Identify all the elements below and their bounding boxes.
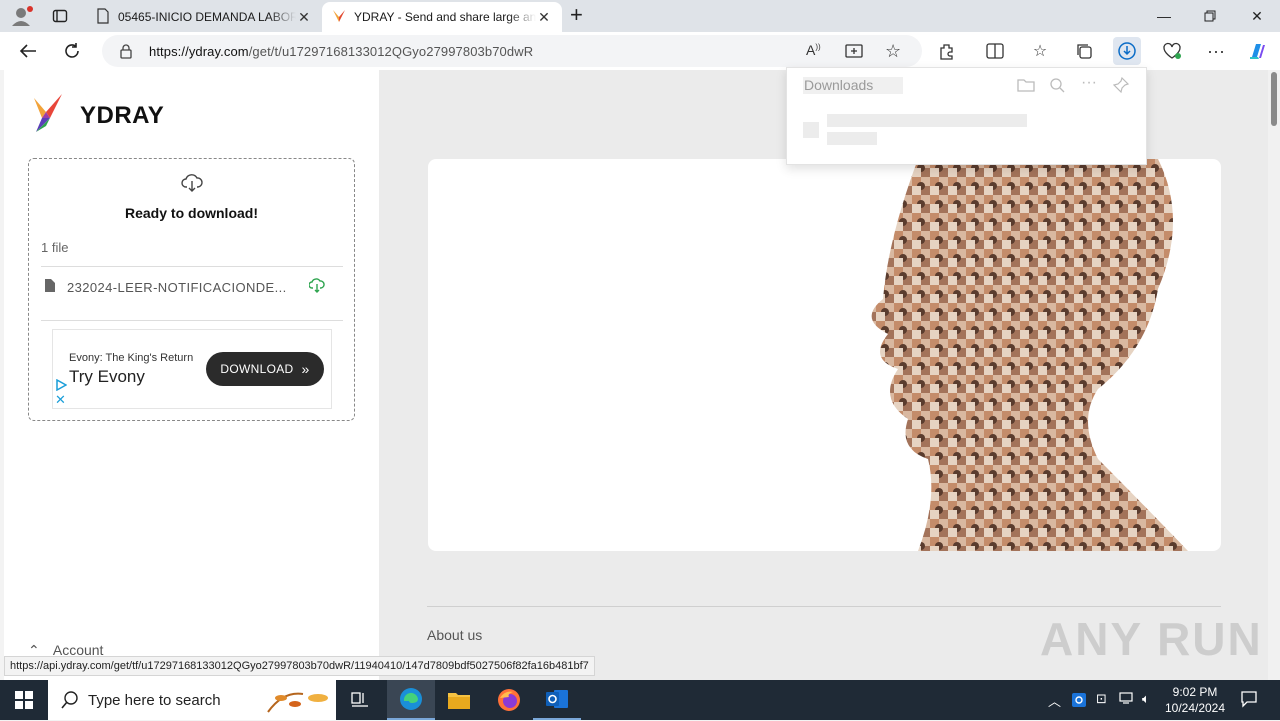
browser-essentials-icon[interactable] — [1158, 37, 1186, 65]
document-icon — [96, 7, 110, 27]
file-count: 1 file — [41, 240, 69, 255]
more-menu-icon[interactable]: ··· — [1202, 37, 1230, 65]
tab-actions-icon[interactable] — [52, 8, 68, 24]
ad-headline[interactable]: Try Evony — [69, 367, 145, 387]
restore-button[interactable] — [1187, 0, 1233, 32]
ready-heading: Ready to download! — [125, 205, 258, 221]
faces-collage-image — [858, 159, 1188, 551]
network-icon[interactable] — [1119, 691, 1135, 708]
divider — [41, 266, 343, 267]
close-tab-icon[interactable]: ✕ — [536, 9, 552, 26]
ad-close-icon[interactable]: ✕ — [55, 392, 66, 408]
brand-name: YDRAY — [80, 102, 165, 129]
search-downloads-icon[interactable] — [1049, 77, 1065, 98]
favorite-star-icon[interactable]: ☆ — [885, 41, 901, 62]
lock-icon[interactable] — [119, 43, 133, 64]
new-tab-button[interactable]: + — [570, 4, 590, 26]
hero-image-card — [428, 159, 1221, 551]
file-name-link[interactable]: 232024-LEER-NOTIFICACIONDE... — [67, 280, 287, 295]
read-aloud-icon[interactable]: A)) — [806, 42, 821, 58]
clock-date: 10/24/2024 — [1164, 701, 1226, 715]
tab-title: 05465-INICIO DEMANDA LABORAL — [118, 10, 296, 24]
double-chevron-icon: » — [301, 361, 310, 377]
cloud-download-icon — [181, 173, 203, 198]
page-scrollbar[interactable] — [1268, 70, 1280, 680]
device-tray-icon[interactable]: ⊡ — [1096, 691, 1107, 707]
show-hidden-icons-icon[interactable]: ︿ — [1048, 691, 1061, 710]
file-download-icon[interactable] — [308, 278, 325, 299]
search-icon — [61, 691, 79, 714]
firefox-icon[interactable] — [485, 680, 533, 720]
loading-placeholder — [803, 122, 819, 138]
anyrun-watermark: ANY RUN — [1040, 613, 1263, 665]
tab-strip: 05465-INICIO DEMANDA LABORAL ✕ YDRAY - S… — [0, 0, 1280, 32]
app-available-icon[interactable] — [845, 43, 863, 64]
link-status-bar: https://api.ydray.com/get/tf/u1729716813… — [4, 656, 595, 676]
tab-ydray[interactable]: YDRAY - Send and share large and ✕ — [322, 2, 562, 32]
address-bar[interactable]: https://ydray.com/get/t/u17297168133012Q… — [102, 35, 922, 67]
ydray-favicon-icon — [332, 9, 346, 26]
copilot-icon[interactable] — [1244, 37, 1272, 65]
autumn-leaves-icon — [263, 686, 333, 721]
more-options-icon[interactable]: ··· — [1081, 74, 1097, 92]
search-placeholder: Type here to search — [88, 692, 221, 709]
file-explorer-icon[interactable] — [435, 680, 483, 720]
divider — [41, 320, 343, 321]
collections-icon[interactable] — [1070, 37, 1098, 65]
taskbar-search-box[interactable]: Type here to search — [48, 680, 336, 720]
volume-icon[interactable]: 🔈︎ — [1142, 691, 1150, 707]
back-arrow-icon[interactable] — [14, 37, 42, 65]
favorites-icon[interactable]: ☆ — [1026, 37, 1054, 65]
footer-divider — [427, 606, 1221, 607]
downloads-icon[interactable] — [1113, 37, 1141, 65]
clock-time: 9:02 PM — [1172, 685, 1218, 699]
downloads-flyout: Downloads ··· — [786, 67, 1147, 165]
ad-download-button[interactable]: DOWNLOAD » — [206, 352, 324, 386]
browser-toolbar: https://ydray.com/get/t/u17297168133012Q… — [0, 32, 1280, 70]
tab-title: YDRAY - Send and share large and — [354, 10, 536, 24]
loading-placeholder — [827, 114, 1027, 127]
ad-button-label: DOWNLOAD — [220, 362, 294, 376]
close-tab-icon[interactable]: ✕ — [296, 9, 312, 26]
loading-placeholder — [827, 132, 877, 145]
scrollbar-thumb[interactable] — [1271, 72, 1277, 126]
windows-taskbar: Type here to search ︿ ⊡ 🔈︎ 9:02 PM 10/24… — [0, 680, 1280, 720]
extensions-icon[interactable] — [933, 37, 961, 65]
outlook-icon[interactable] — [533, 680, 581, 720]
advertisement[interactable]: Evony: The King's Return Try Evony DOWNL… — [52, 329, 332, 409]
download-box: Ready to download! 1 file 232024-LEER-NO… — [28, 158, 355, 421]
file-icon — [45, 279, 55, 297]
system-clock[interactable]: 9:02 PM 10/24/2024 — [1162, 684, 1228, 716]
profile-icon[interactable] — [10, 5, 34, 27]
ydray-logo-icon[interactable] — [32, 92, 64, 139]
url-text: https://ydray.com/get/t/u17297168133012Q… — [149, 44, 534, 59]
split-screen-icon[interactable] — [981, 37, 1009, 65]
refresh-icon[interactable] — [58, 37, 86, 65]
about-us-link[interactable]: About us — [427, 627, 482, 643]
left-panel: YDRAY Ready to download! 1 file 232024-L… — [4, 70, 379, 680]
start-button[interactable] — [0, 680, 48, 720]
ad-top-line: Evony: The King's Return — [69, 352, 194, 364]
close-window-button[interactable]: ✕ — [1234, 0, 1280, 32]
task-view-icon[interactable] — [336, 680, 384, 720]
edge-taskbar-icon[interactable] — [387, 680, 435, 720]
outlook-tray-icon[interactable] — [1071, 692, 1087, 711]
open-folder-icon[interactable] — [1017, 77, 1035, 98]
downloads-title: Downloads — [803, 77, 903, 94]
notifications-icon[interactable] — [1240, 690, 1258, 711]
minimize-button[interactable]: — — [1141, 0, 1187, 32]
pin-icon[interactable] — [1112, 76, 1130, 98]
tab-inicio-demanda[interactable]: 05465-INICIO DEMANDA LABORAL ✕ — [86, 2, 322, 32]
